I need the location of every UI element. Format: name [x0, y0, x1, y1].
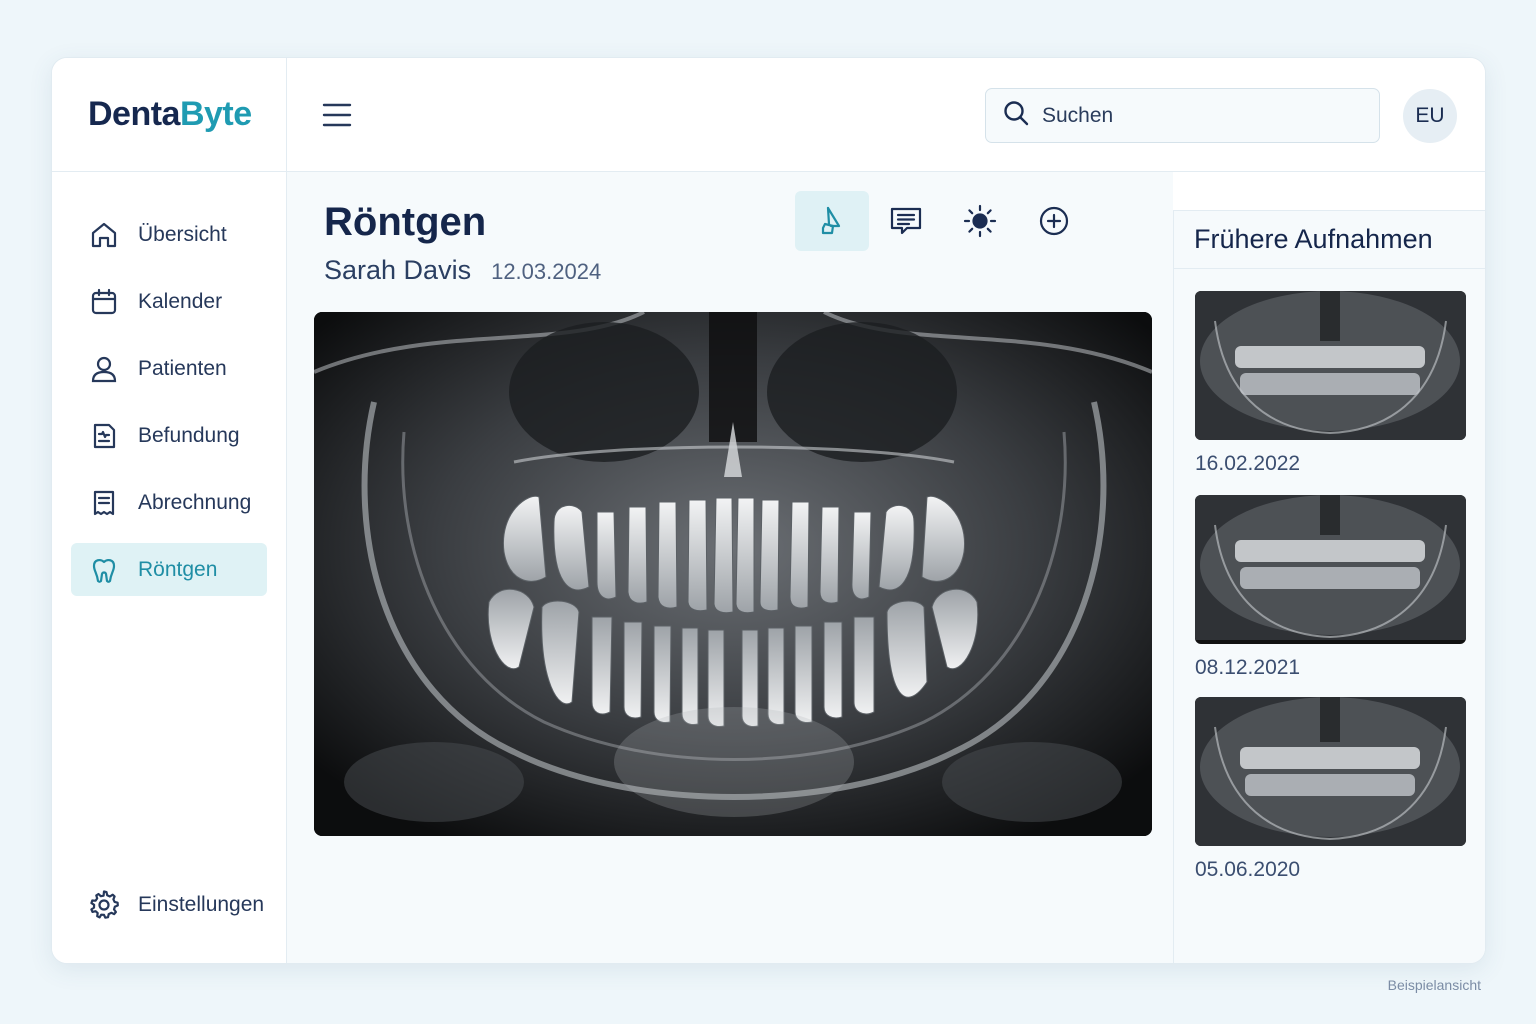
- sidebar-item-label: Röntgen: [138, 557, 218, 581]
- search-input[interactable]: [1042, 103, 1342, 128]
- previous-image-date: 08.12.2021: [1195, 656, 1301, 679]
- hamburger-icon: [322, 103, 352, 127]
- top-header: EU: [287, 58, 1485, 172]
- previous-image-date: 16.02.2022: [1195, 452, 1301, 475]
- xray-thumbnail[interactable]: [1195, 697, 1466, 846]
- zoom-in-icon: [1039, 206, 1069, 236]
- logo-part-byte: Byte: [179, 95, 252, 133]
- sidebar-item-uebersicht[interactable]: Übersicht: [71, 208, 267, 261]
- tooth-icon: [88, 554, 120, 586]
- previous-image-item[interactable]: 05.06.2020: [1195, 697, 1466, 882]
- sidebar-item-label: Befundung: [138, 423, 240, 447]
- app-logo[interactable]: DentaByte: [88, 95, 252, 134]
- comment-tool-button[interactable]: [869, 191, 943, 251]
- sidebar-item-abrechnung[interactable]: Abrechnung: [71, 476, 267, 529]
- search-icon: [1002, 99, 1030, 132]
- image-toolbar: [795, 191, 1091, 251]
- sidebar-item-befundung[interactable]: Befundung: [71, 409, 267, 462]
- logo-area: DentaByte: [52, 58, 286, 172]
- home-icon: [88, 219, 120, 251]
- brightness-tool-button[interactable]: [943, 191, 1017, 251]
- patient-name: Sarah Davis: [324, 255, 472, 285]
- user-icon: [88, 353, 120, 385]
- user-avatar[interactable]: EU: [1403, 89, 1457, 143]
- findings-icon: [88, 420, 120, 452]
- gear-icon: [88, 889, 120, 921]
- sidebar-item-label: Abrechnung: [138, 490, 252, 514]
- brightness-icon: [963, 204, 997, 238]
- image-date: 12.03.2024: [491, 259, 602, 284]
- sidebar-item-label: Einstellungen: [138, 892, 265, 916]
- sidebar-item-label: Patienten: [138, 356, 227, 380]
- sidebar-item-label: Übersicht: [138, 222, 227, 246]
- previous-image-date: 05.06.2020: [1195, 858, 1301, 881]
- xray-thumbnail[interactable]: [1195, 495, 1466, 644]
- sidebar-item-patienten[interactable]: Patienten: [71, 342, 267, 395]
- logo-part-denta: Denta: [88, 95, 180, 133]
- annotate-icon: [821, 206, 841, 235]
- xray-thumbnail-graphic: [1195, 697, 1466, 846]
- annotate-tool-button[interactable]: [795, 191, 869, 251]
- app-window: DentaByte Übersicht Kalender Patienten B…: [51, 57, 1486, 964]
- xray-graphic: [314, 312, 1152, 836]
- previous-image-item[interactable]: 16.02.2022: [1195, 291, 1466, 476]
- sidebar-item-kalender[interactable]: Kalender: [71, 275, 267, 328]
- menu-toggle-button[interactable]: [321, 100, 353, 130]
- invoice-icon: [88, 487, 120, 519]
- sidebar: DentaByte Übersicht Kalender Patienten B…: [52, 58, 287, 963]
- main-content: Röntgen Sarah Davis 12.03.2024: [287, 172, 1173, 963]
- search-box[interactable]: [985, 88, 1380, 143]
- example-view-note: Beispielansicht: [1387, 977, 1481, 993]
- xray-thumbnail-graphic: [1195, 291, 1466, 440]
- patient-info: Sarah Davis 12.03.2024: [324, 255, 601, 286]
- panoramic-xray-image[interactable]: [314, 312, 1152, 836]
- page-title: Röntgen: [324, 200, 487, 244]
- previous-images-panel: Frühere Aufnahmen 16.02.2022 08.12.2021 …: [1173, 210, 1485, 963]
- sidebar-item-label: Kalender: [138, 289, 223, 313]
- sidebar-item-einstellungen[interactable]: Einstellungen: [71, 878, 267, 931]
- sidebar-bottom: Einstellungen: [71, 878, 267, 945]
- comment-icon: [890, 207, 922, 235]
- sidebar-item-roentgen[interactable]: Röntgen: [71, 543, 267, 596]
- calendar-icon: [88, 286, 120, 318]
- xray-thumbnail[interactable]: [1195, 291, 1466, 440]
- xray-thumbnail-graphic: [1195, 495, 1466, 640]
- previous-image-item[interactable]: 08.12.2021: [1195, 495, 1466, 680]
- zoom-in-tool-button[interactable]: [1017, 191, 1091, 251]
- main-nav: Übersicht Kalender Patienten Befundung A…: [71, 208, 267, 610]
- previous-images-title: Frühere Aufnahmen: [1174, 211, 1485, 269]
